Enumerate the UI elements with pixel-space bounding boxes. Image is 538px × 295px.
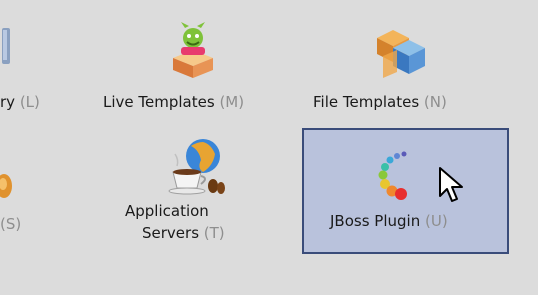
partial-icon (2, 28, 10, 64)
partial-icon (0, 174, 12, 198)
category-item-file-templates[interactable]: File Templates (N) (305, 0, 515, 125)
category-item-application-servers[interactable]: Application Servers (T) (95, 130, 295, 255)
category-item-s[interactable]: (S) (0, 130, 90, 255)
item-label: Live Templates (103, 93, 215, 111)
item-mnemonic: (T) (203, 224, 225, 242)
category-item-live-templates[interactable]: Live Templates (M) (95, 0, 295, 125)
item-mnemonic: (M) (219, 93, 245, 111)
live-templates-icon (173, 22, 213, 78)
item-mnemonic: (L) (19, 93, 40, 111)
file-templates-icon (377, 30, 425, 78)
item-label: ry (0, 93, 16, 111)
application-servers-icon (168, 139, 225, 195)
jboss-plugin-icon (378, 151, 407, 200)
mouse-cursor-icon (439, 167, 463, 202)
item-mnemonic: (N) (423, 93, 447, 111)
item-label: JBoss Plugin (330, 212, 421, 230)
item-label: Servers (142, 224, 200, 242)
item-label: File Templates (313, 93, 420, 111)
item-mnemonic: (U) (425, 212, 448, 230)
category-item-jboss-plugin[interactable]: JBoss Plugin (U) (302, 128, 509, 254)
item-label: Application (125, 202, 209, 220)
category-item-l[interactable]: ry (L) (0, 0, 90, 125)
item-mnemonic: (S) (0, 215, 22, 233)
